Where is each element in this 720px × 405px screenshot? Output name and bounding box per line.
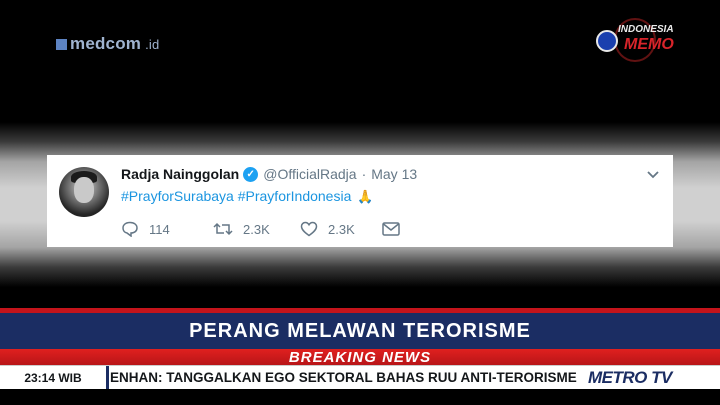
tweet-header: Radja Nainggolan ✓ @OfficialRadja · May …	[121, 166, 417, 182]
ticker-bar: 23:14 WIB ENHAN: TANGGALKAN EGO SEKTORAL…	[0, 365, 720, 390]
avatar[interactable]	[59, 167, 109, 217]
ticker-headline: ENHAN: TANGGALKAN EGO SEKTORAL BAHAS RUU…	[110, 370, 577, 385]
tweet-text: #PrayforSurabaya #PrayforIndonesia 🙏	[121, 188, 373, 205]
retweet-button[interactable]: 2.3K	[213, 221, 300, 237]
tweet-actions: 114 2.3K 2.3K	[121, 221, 400, 237]
headline-title: PERANG MELAWAN TERORISME	[189, 319, 531, 342]
tweet-hashtags[interactable]: #PrayforSurabaya #PrayforIndonesia	[121, 188, 351, 204]
reply-button[interactable]: 114	[121, 221, 213, 237]
logo-line-memo: MEMO	[624, 36, 674, 53]
reply-icon	[122, 221, 138, 237]
verified-badge-icon: ✓	[243, 166, 259, 182]
chevron-down-icon[interactable]	[645, 166, 661, 182]
tweet-card: Radja Nainggolan ✓ @OfficialRadja · May …	[47, 155, 673, 247]
praying-hands-emoji: 🙏	[357, 189, 374, 204]
medcom-logo-suffix: .id	[145, 36, 160, 52]
logo-line-indonesia: INDONESIA	[618, 24, 674, 35]
like-button[interactable]: 2.3K	[300, 221, 382, 237]
headline-bar: PERANG MELAWAN TERORISME	[0, 313, 720, 349]
avatar-face	[74, 177, 94, 203]
heart-icon	[300, 221, 318, 237]
logo-globe-icon	[596, 30, 618, 52]
tweet-separator: ·	[361, 166, 367, 182]
like-count: 2.3K	[328, 221, 355, 237]
clock: 23:14 WIB	[0, 366, 109, 390]
news-ticker: ENHAN: TANGGALKAN EGO SEKTORAL BAHAS RUU…	[110, 366, 580, 390]
medcom-logo-mark	[56, 38, 67, 50]
tweet-date[interactable]: May 13	[371, 166, 417, 182]
envelope-icon	[382, 222, 400, 236]
retweet-count: 2.3K	[243, 221, 270, 237]
medcom-logo-name: medcom	[70, 34, 142, 53]
retweet-icon	[213, 222, 233, 236]
message-button[interactable]	[382, 222, 400, 236]
metro-tv-logo-text: METRO TV	[588, 368, 672, 387]
tweet-author-name[interactable]: Radja Nainggolan	[121, 166, 239, 182]
metro-tv-logo: METRO TV	[582, 366, 720, 390]
medcom-logo: medcom .id	[56, 34, 159, 54]
tweet-author-handle[interactable]: @OfficialRadja	[263, 166, 356, 182]
breaking-news-bar: BREAKING NEWS	[0, 349, 720, 366]
reply-count: 114	[149, 221, 170, 237]
breaking-news-label: BREAKING NEWS	[288, 349, 432, 366]
indonesia-memo-logo: INDONESIA MEMO	[596, 18, 676, 64]
bottom-strip	[0, 389, 720, 405]
